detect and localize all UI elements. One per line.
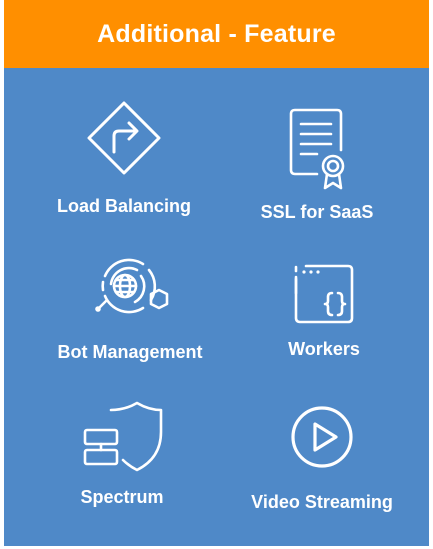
feature-label: Video Streaming (251, 492, 393, 512)
feature-load-balancing: Load Balancing (24, 100, 224, 220)
feature-workers: Workers (224, 263, 424, 373)
feature-ssl-for-saas: SSL for SaaS (217, 108, 417, 228)
header-title: Additional - Feature (97, 19, 336, 48)
feature-bot-management: Bot Management (30, 254, 230, 364)
shield-server-icon (81, 400, 163, 474)
code-window-icon (292, 263, 356, 325)
globe-network-icon (85, 254, 175, 318)
feature-label: Spectrum (80, 487, 164, 507)
feature-spectrum: Spectrum (22, 400, 222, 510)
feature-card: Additional - Feature Load Balancing SSL … (4, 0, 429, 546)
diamond-turn-right-icon (86, 100, 162, 176)
feature-label: Load Balancing (56, 196, 191, 216)
feature-video-streaming: Video Streaming (222, 404, 422, 524)
feature-label: SSL for SaaS (260, 202, 374, 222)
certificate-icon (287, 108, 347, 192)
feature-label: Bot Management (57, 342, 203, 362)
feature-label: Workers (288, 339, 360, 359)
play-circle-icon (289, 404, 355, 470)
card-header: Additional - Feature (4, 0, 429, 68)
